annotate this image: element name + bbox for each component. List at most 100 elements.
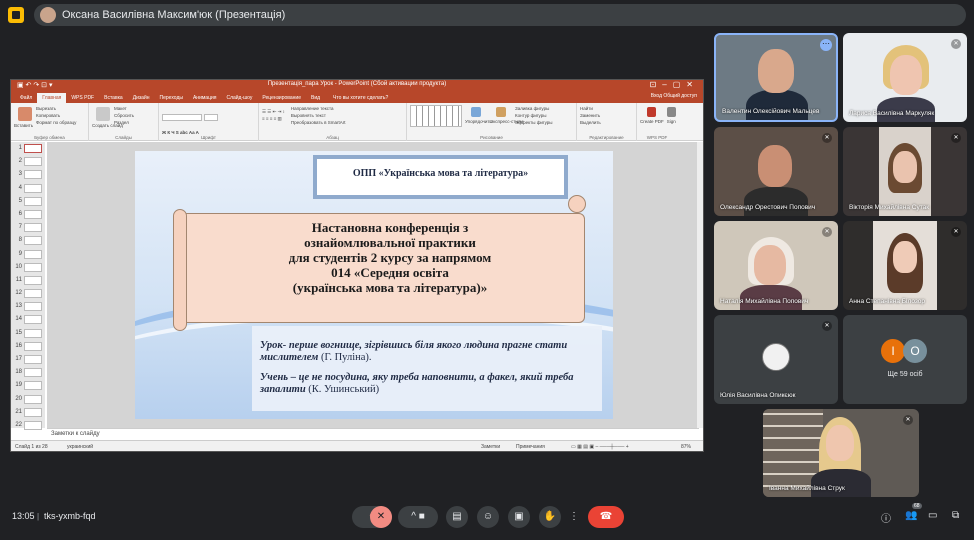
tab-view[interactable]: Вид: [306, 93, 325, 103]
participant-tile[interactable]: ⋯ Валентин Олексійович Мальцев: [714, 33, 838, 122]
people-icon[interactable]: 👥: [905, 510, 917, 521]
slide-thumbnail[interactable]: 1: [11, 142, 45, 155]
chat-icon[interactable]: ▭: [928, 510, 937, 521]
quick-styles-button[interactable]: Экспресс-стили: [490, 105, 523, 127]
more-options-icon[interactable]: ⋯: [820, 39, 832, 51]
format-painter-button[interactable]: Формат по образцу: [36, 119, 76, 126]
participant-name: Валентин Олексійович Мальцев: [722, 108, 820, 115]
self-view-tile[interactable]: ✕ Іванна Михайлівна Струк: [763, 409, 919, 497]
text-direction-button[interactable]: Направление текста: [291, 105, 346, 112]
reset-button[interactable]: Сбросить: [114, 112, 134, 119]
slide-thumbnail-pane[interactable]: 1 2 3 4 5 6 7 8 9 10 11 12 13 14 15 16 17 18 19 20 21 22: [11, 142, 45, 430]
comments-toggle[interactable]: Примечания: [516, 444, 545, 450]
sign-button[interactable]: Sign: [666, 105, 676, 125]
slide-thumbnail-number: 4: [18, 184, 22, 191]
slide-thumbnail[interactable]: 8: [11, 234, 45, 247]
copy-button[interactable]: Копировать: [36, 112, 76, 119]
slide-thumbnail-number: 17: [15, 356, 22, 362]
tab-slideshow[interactable]: Слайд-шоу: [221, 93, 257, 103]
shape-outline-button[interactable]: Контур фигуры: [515, 112, 553, 119]
slide-thumbnail[interactable]: 13: [11, 300, 45, 313]
tab-design[interactable]: Дизайн: [128, 93, 155, 103]
presenter-banner[interactable]: Оксана Василівна Максим'юк (Презентація): [34, 4, 966, 26]
slide-thumbnail[interactable]: 2: [11, 155, 45, 168]
slide-thumbnail[interactable]: 18: [11, 366, 45, 379]
participant-tile[interactable]: ✕ Юлія Василівна Опикєюк: [714, 315, 838, 404]
cut-button[interactable]: Вырезать: [36, 105, 76, 112]
camera-button[interactable]: ^ ■: [398, 506, 438, 528]
others-tile[interactable]: І О Ще 59 осіб: [843, 315, 967, 404]
participant-tile[interactable]: ✕ Наталія Михайлівна Попович: [714, 221, 838, 310]
slide-thumbnail[interactable]: 3: [11, 168, 45, 181]
participant-tile[interactable]: ✕ Вікторія Михайлівна Сутак: [843, 127, 967, 216]
slide-thumbnail[interactable]: 14: [11, 313, 45, 326]
notes-toggle[interactable]: Заметки: [481, 444, 500, 450]
slide-thumbnail[interactable]: 10: [11, 261, 45, 274]
shape-fill-button[interactable]: Заливка фигуры: [515, 105, 553, 112]
view-buttons[interactable]: ▭ ▦ ▤ ▣ – ───┼─── +: [571, 444, 629, 450]
tab-insert[interactable]: Вставка: [99, 93, 128, 103]
font-size-box[interactable]: [204, 114, 218, 121]
slide-thumbnail[interactable]: 20: [11, 393, 45, 406]
vertical-scrollbar[interactable]: [697, 142, 703, 428]
slide-thumbnail[interactable]: 9: [11, 248, 45, 261]
smartart-button[interactable]: Преобразовать в SmartArt: [291, 119, 346, 126]
slide-thumbnail[interactable]: 7: [11, 221, 45, 234]
create-pdf-button[interactable]: Create PDF: [640, 105, 664, 125]
participant-tile[interactable]: ✕ Лариса Василівна Маркуляк: [843, 33, 967, 122]
slide-thumbnail[interactable]: 19: [11, 379, 45, 392]
notes-pane[interactable]: Заметки к слайду: [47, 428, 699, 440]
shapes-gallery[interactable]: [410, 105, 462, 127]
current-slide[interactable]: ОПП «Українська мова та література» Наст…: [135, 151, 613, 419]
slide-thumbnail[interactable]: 4: [11, 182, 45, 195]
find-button[interactable]: Найти: [580, 105, 633, 112]
new-slide-button[interactable]: Создать слайд: [92, 105, 123, 129]
reactions-button[interactable]: ☺: [477, 506, 499, 528]
tell-me-search[interactable]: Что вы хотите сделать?: [333, 93, 388, 103]
activities-icon[interactable]: ⧉: [952, 510, 959, 521]
language-status[interactable]: украинский: [67, 444, 93, 450]
info-icon[interactable]: ⓘ: [881, 510, 891, 525]
tab-transitions[interactable]: Переходы: [155, 93, 188, 103]
zoom-level[interactable]: 87%: [681, 444, 691, 450]
slide-thumbnail[interactable]: 11: [11, 274, 45, 287]
paste-button[interactable]: Вставить: [14, 105, 36, 129]
slide-thumbnail[interactable]: 17: [11, 353, 45, 366]
more-options-button[interactable]: ⋮: [566, 506, 582, 528]
mic-toggle-button[interactable]: ✕: [370, 506, 392, 528]
present-button[interactable]: ▣: [508, 506, 530, 528]
slide-thumbnail[interactable]: 15: [11, 327, 45, 340]
quotes-panel: Урок- перше вогнище, зігрівшись біля яко…: [252, 326, 602, 411]
tab-animation[interactable]: Анимация: [188, 93, 221, 103]
slide-thumbnail[interactable]: 5: [11, 195, 45, 208]
tab-review[interactable]: Рецензирование: [257, 93, 306, 103]
replace-button[interactable]: Заменить: [580, 112, 633, 119]
window-controls[interactable]: ⊡–▢✕: [650, 80, 699, 89]
slide-thumbnail[interactable]: 21: [11, 406, 45, 419]
participant-name: Олександр Орестович Попович: [720, 204, 816, 211]
tab-home[interactable]: Главная: [37, 93, 67, 103]
shape-effects-button[interactable]: Эффекты фигуры: [515, 119, 553, 126]
slide-thumbnail-preview: [24, 275, 42, 285]
raise-hand-button[interactable]: ✋: [539, 506, 561, 528]
leave-call-button[interactable]: ☎: [588, 506, 624, 528]
presentation-window[interactable]: ▣ ↶ ↷ ⊡ ▾ Презентація_пара Урок - PowerP…: [10, 79, 704, 452]
arrange-button[interactable]: Упорядочить: [465, 105, 492, 127]
slide-thumbnail[interactable]: 12: [11, 287, 45, 300]
layout-button[interactable]: Макет: [114, 105, 134, 112]
signin-share[interactable]: Вход Общий доступ: [651, 93, 697, 99]
captions-button[interactable]: ▤: [446, 506, 468, 528]
slide-thumbnail[interactable]: 6: [11, 208, 45, 221]
slide-thumbnail-number: 9: [18, 250, 22, 257]
align-text-button[interactable]: Выровнять текст: [291, 112, 346, 119]
slide-thumbnail[interactable]: 16: [11, 340, 45, 353]
font-name-box[interactable]: [162, 114, 202, 121]
tab-file[interactable]: Файл: [15, 93, 37, 103]
slide-thumbnail[interactable]: 22: [11, 419, 45, 432]
participant-tile[interactable]: ✕ Анна Степанівна Білозор: [843, 221, 967, 310]
participant-tile[interactable]: ✕ Олександр Орестович Попович: [714, 127, 838, 216]
list-buttons[interactable]: ☰ ☰ ⇤ ⇥ ↕ ≡ ≡ ≡ ≡ ▥: [262, 108, 285, 126]
tab-wps-pdf[interactable]: WPS PDF: [66, 93, 99, 103]
select-button[interactable]: Выделить: [580, 119, 633, 126]
section-button[interactable]: Раздел: [114, 119, 134, 126]
